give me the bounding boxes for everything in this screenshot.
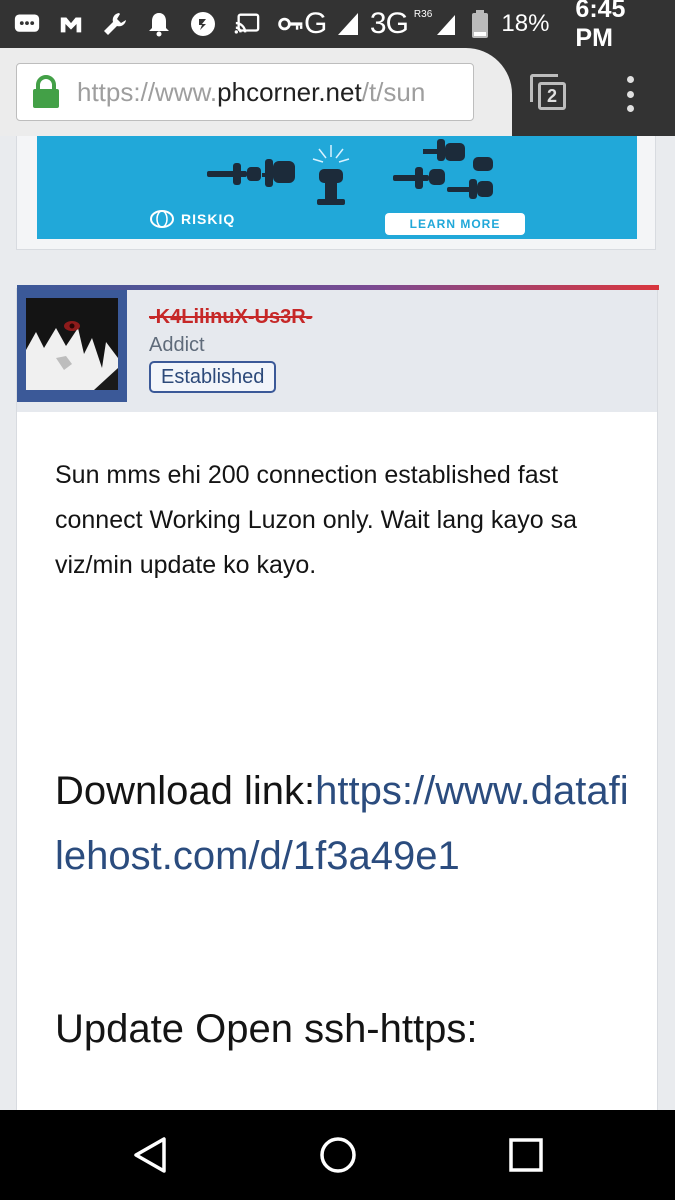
clock: 6:45 PM — [575, 0, 626, 52]
post-message: Sun mms ehi 200 connection established f… — [55, 461, 578, 579]
username-link[interactable]: -K4LilinuX-Us3R- — [149, 306, 312, 329]
download-section: Download link:https://www.datafilehost.c… — [55, 759, 635, 889]
home-circle-icon — [320, 1137, 356, 1173]
lock-icon[interactable] — [29, 75, 63, 109]
ad-learn-more-button[interactable]: LEARN MORE — [385, 213, 525, 235]
status-bar: G 3G R36 18% 6:45 PM — [0, 0, 675, 52]
signal-icon — [336, 11, 360, 37]
app-badge-icon — [190, 11, 216, 37]
battery-icon — [468, 10, 492, 38]
recents-button[interactable] — [506, 1135, 546, 1175]
post-author-bar: -K4LilinuX-Us3R- Addict Established — [17, 290, 657, 412]
download-label: Download link: — [55, 769, 316, 813]
post-body: Sun mms ehi 200 connection established f… — [55, 453, 635, 1051]
back-triangle-icon — [134, 1137, 166, 1173]
app-icon — [58, 11, 84, 37]
browser-toolbar: https://www.phcorner.net/t/sun 2 — [0, 48, 675, 136]
ad-artwork — [207, 139, 493, 205]
signal-icon-2 — [434, 11, 458, 37]
cast-icon — [234, 11, 260, 37]
menu-dot-icon — [626, 90, 634, 98]
menu-dot-icon — [626, 105, 634, 112]
overflow-menu-button[interactable] — [620, 76, 640, 112]
notification-bell-icon — [146, 11, 172, 37]
menu-dot-icon — [626, 76, 634, 83]
avatar-frame[interactable] — [17, 290, 127, 402]
network-type-3g: 3G — [369, 7, 409, 40]
omnibox-area: https://www.phcorner.net/t/sun — [0, 48, 512, 136]
recents-square-icon — [509, 1138, 543, 1172]
network-type-g: G — [304, 7, 327, 40]
key-icon — [278, 11, 304, 37]
navigation-bar — [0, 1110, 675, 1200]
ad-banner[interactable]: RISKIQ LEARN MORE — [37, 136, 637, 239]
riskiq-logo-icon — [150, 210, 174, 228]
update-heading: Update Open ssh-https: — [55, 1007, 478, 1051]
forum-post: -K4LilinuX-Us3R- Addict Established Sun … — [16, 285, 659, 1110]
back-button[interactable] — [130, 1135, 170, 1175]
ad-brand-logo: RISKIQ — [149, 209, 235, 229]
url-text[interactable]: https://www.phcorner.net/t/sun — [77, 77, 425, 108]
notification-icons — [14, 11, 304, 37]
message-icon — [14, 11, 40, 37]
url-path: /t/sun — [361, 76, 426, 107]
avatar[interactable] — [26, 298, 118, 390]
web-page[interactable]: RISKIQ LEARN MORE -K4LilinuX-Us3R- Addic… — [0, 136, 675, 1110]
user-title: Addict — [149, 334, 205, 356]
system-indicators: G 3G R36 18% 6:45 PM — [304, 0, 661, 53]
user-badge: Established — [149, 361, 277, 393]
roaming-label: R36 — [413, 8, 433, 20]
tab-count: 2 — [538, 82, 566, 110]
ad-container: RISKIQ LEARN MORE — [16, 136, 656, 250]
battery-percent: 18% — [501, 10, 550, 37]
url-scheme: https://www. — [77, 76, 218, 107]
home-button[interactable] — [318, 1135, 358, 1175]
url-domain: phcorner.net — [217, 76, 362, 107]
avatar-image — [26, 298, 118, 390]
tab-switcher-button[interactable]: 2 — [528, 74, 568, 114]
wrench-icon — [102, 11, 128, 37]
address-bar[interactable]: https://www.phcorner.net/t/sun — [16, 63, 474, 121]
ad-brand-name: RISKIQ — [181, 211, 236, 227]
